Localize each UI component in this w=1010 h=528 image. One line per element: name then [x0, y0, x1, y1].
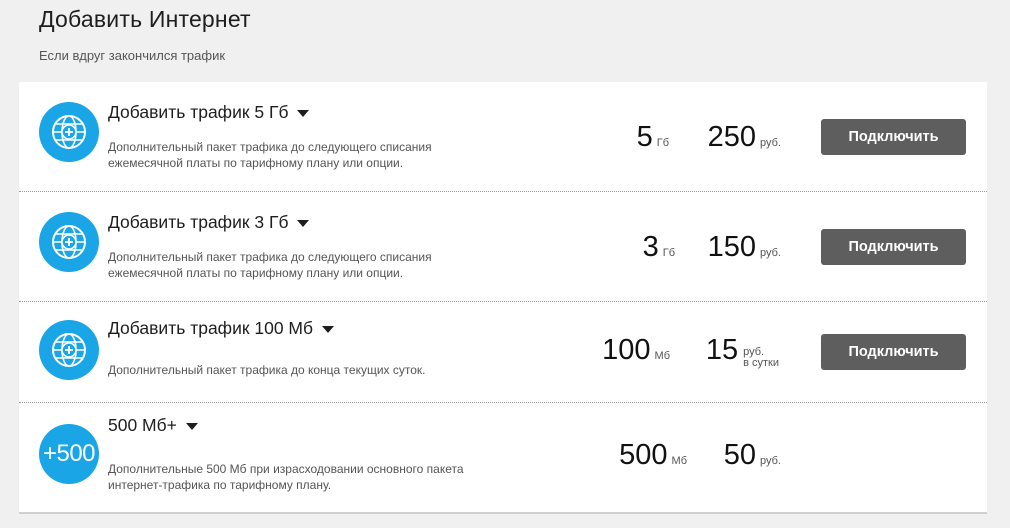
- connect-button[interactable]: Подключить: [821, 334, 966, 370]
- price-value: 150: [707, 231, 757, 263]
- price-unit: руб.: [760, 455, 781, 467]
- offer-amount: 5 Гб: [637, 121, 669, 154]
- offer-row: Добавить трафик 5 Гб Дополнительный паке…: [19, 82, 987, 192]
- caret-down-icon[interactable]: [185, 423, 198, 430]
- offer-row: Добавить трафик 3 Гб Дополнительный паке…: [19, 192, 987, 302]
- offer-price: 15 руб. в сутки: [706, 334, 779, 373]
- offer-price: 250 руб.: [708, 121, 781, 154]
- offer-description: Дополнительный пакет трафика до конца те…: [108, 363, 426, 377]
- offer-title: Добавить трафик 3 Гб: [108, 212, 289, 232]
- offers-list: Добавить трафик 5 Гб Дополнительный паке…: [19, 82, 987, 514]
- offer-title: Добавить трафик 5 Гб: [108, 102, 289, 122]
- globe-plus-icon: [39, 212, 99, 272]
- offer-description: Дополнительный пакет трафика до следующе…: [108, 250, 432, 280]
- price-unit-stack: руб. в сутки: [743, 347, 779, 369]
- offer-title: 500 Мб+: [108, 415, 177, 435]
- amount-unit: Гб: [656, 137, 669, 149]
- amount-unit: Гб: [662, 247, 675, 259]
- price-value: 250: [707, 121, 757, 153]
- offer-price: 150 руб.: [708, 231, 781, 264]
- globe-plus-icon: [39, 102, 99, 162]
- plus-500-icon: +500: [39, 424, 99, 484]
- amount-unit: Мб: [654, 350, 670, 362]
- amount-value: 100: [602, 334, 651, 366]
- offer-amount: 500 Мб: [619, 439, 687, 472]
- offer-title-toggle[interactable]: Добавить трафик 5 Гб: [108, 102, 310, 123]
- offer-amount: 100 Мб: [602, 334, 670, 367]
- amount-value: 3: [642, 231, 659, 263]
- amount-value: 500: [619, 439, 668, 471]
- price-unit: руб.: [760, 137, 781, 149]
- caret-down-icon[interactable]: [322, 326, 335, 333]
- offer-row: +500 500 Мб+ Дополнительные 500 Мб при и…: [19, 403, 987, 514]
- amount-value: 5: [636, 121, 653, 153]
- price-value: 15: [705, 334, 739, 366]
- page: Добавить Интернет Если вдруг закончился …: [0, 0, 1010, 528]
- caret-down-icon[interactable]: [297, 220, 310, 227]
- price-unit: руб.: [760, 247, 781, 259]
- offer-title-toggle[interactable]: Добавить трафик 3 Гб: [108, 212, 310, 233]
- plus-500-label: +500: [42, 440, 96, 467]
- offer-price: 50 руб.: [724, 439, 781, 472]
- page-title: Добавить Интернет: [39, 6, 251, 32]
- price-value: 50: [723, 439, 757, 471]
- offer-description: Дополнительные 500 Мб при израсходовании…: [108, 462, 464, 492]
- connect-button[interactable]: Подключить: [821, 229, 966, 265]
- connect-button[interactable]: Подключить: [821, 119, 966, 155]
- offer-title-toggle[interactable]: Добавить трафик 100 Мб: [108, 318, 335, 339]
- offer-description: Дополнительный пакет трафика до следующе…: [108, 140, 432, 170]
- offer-title-toggle[interactable]: 500 Мб+: [108, 415, 198, 436]
- offer-amount: 3 Гб: [643, 231, 675, 264]
- page-subtitle: Если вдруг закончился трафик: [39, 48, 226, 63]
- price-period: в сутки: [743, 357, 779, 369]
- offer-row: Добавить трафик 100 Мб Дополнительный па…: [19, 302, 987, 403]
- offer-title: Добавить трафик 100 Мб: [108, 318, 314, 338]
- amount-unit: Мб: [671, 455, 687, 467]
- globe-plus-icon: [39, 320, 99, 380]
- caret-down-icon[interactable]: [297, 110, 310, 117]
